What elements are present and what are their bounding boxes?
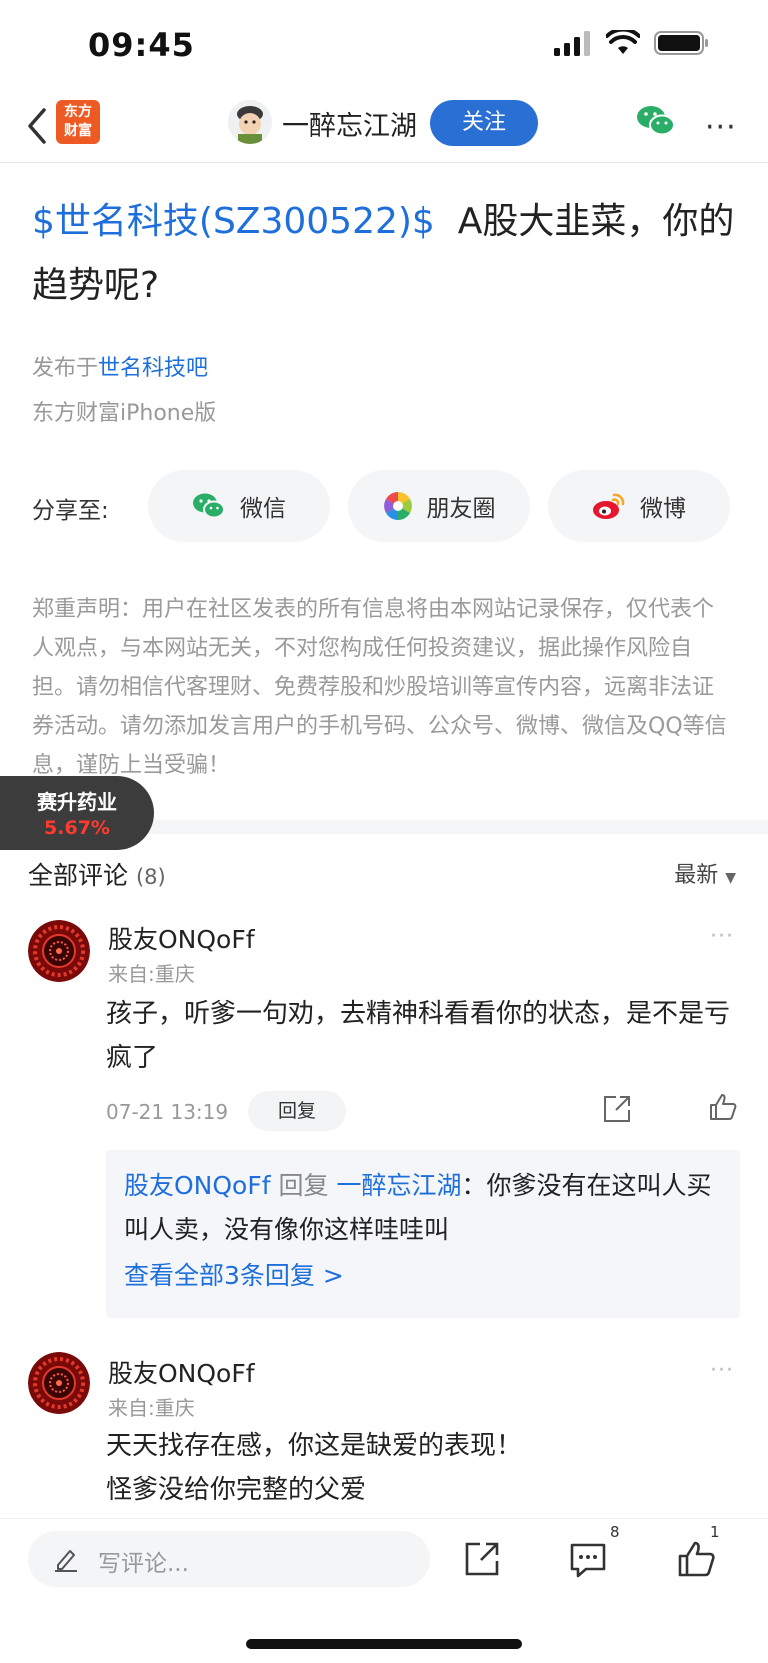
- follow-button[interactable]: 关注: [430, 100, 538, 146]
- wechat-share-icon[interactable]: [636, 104, 676, 138]
- client-info: 东方财富iPhone版: [32, 401, 217, 426]
- wifi-icon: [606, 30, 640, 54]
- comment-text-line: 怪爹没给你完整的父爱: [106, 1475, 367, 1505]
- share-weibo-button[interactable]: 微博: [548, 470, 730, 542]
- disclaimer: 郑重声明：用户在社区发表的所有信息将由本网站记录保存，仅代表个人观点，与本网站无…: [32, 597, 727, 778]
- signal-icon: [554, 31, 590, 56]
- like-count-badge: 1: [710, 1523, 720, 1541]
- back-icon[interactable]: [20, 104, 54, 148]
- sort-dropdown[interactable]: 最新 ▼: [674, 857, 736, 889]
- published-prefix: 发布于: [32, 356, 99, 381]
- comment-count-badge: 8: [610, 1523, 620, 1541]
- share-label: 分享至:: [32, 498, 109, 524]
- reply-verb: 回复: [278, 1171, 329, 1200]
- comment-location: 来自:重庆: [108, 1396, 195, 1420]
- share-weibo-label: 微博: [640, 496, 686, 522]
- comment-location: 来自:重庆: [108, 962, 195, 986]
- published-info: 发布于世名科技吧: [32, 350, 208, 382]
- caret-down-icon: ▼: [725, 870, 736, 886]
- comment-input[interactable]: 写评论...: [28, 1531, 430, 1587]
- reply-sep: ：: [461, 1171, 487, 1200]
- author-name[interactable]: 一醉忘江湖: [282, 104, 417, 143]
- more-icon[interactable]: ···: [705, 110, 737, 145]
- float-stock-change: 5.67%: [44, 817, 110, 839]
- status-icons: [554, 30, 710, 56]
- app-logo[interactable]: 东方 财富: [56, 100, 100, 144]
- comments-header: 全部评论 (8): [28, 856, 166, 892]
- weibo-icon: [593, 493, 625, 519]
- wechat-icon: [193, 493, 225, 519]
- comments-count: (8): [135, 865, 166, 889]
- comment-more-icon[interactable]: ···: [710, 924, 734, 949]
- comment-icon[interactable]: [568, 1541, 608, 1579]
- share-moments-button[interactable]: 朋友圈: [348, 470, 530, 542]
- status-time: 09:45: [88, 26, 195, 64]
- view-all-replies-link[interactable]: 查看全部3条回复 >: [124, 1256, 344, 1292]
- like-icon[interactable]: [676, 1539, 716, 1579]
- comment-input-placeholder: 写评论...: [98, 1551, 189, 1577]
- reply-to[interactable]: 一醉忘江湖: [336, 1171, 461, 1200]
- share-moments-label: 朋友圈: [426, 496, 496, 522]
- nav-bar: 东方 财富 一醉忘江湖 关注 ···: [0, 90, 768, 163]
- share-wechat-label: 微信: [240, 496, 286, 522]
- app-logo-line1: 东方: [64, 104, 92, 120]
- reply-preview-box[interactable]: 股友ONQoFf 回复 一醉忘江湖：你爹没有在这叫人买叫人卖，没有像你这样哇哇叫…: [106, 1150, 740, 1318]
- home-indicator: [246, 1639, 522, 1649]
- stock-link[interactable]: $世名科技(SZ300522)$: [32, 201, 435, 242]
- app-logo-line2: 财富: [64, 123, 92, 139]
- comment-username[interactable]: 股友ONQoFf: [108, 1354, 255, 1390]
- comment-time: 07-21 13:19: [106, 1100, 229, 1124]
- float-stock-name: 赛升药业: [37, 790, 117, 814]
- reply-button[interactable]: 回复: [248, 1091, 346, 1131]
- reply-from[interactable]: 股友ONQoFf: [124, 1171, 271, 1200]
- comment-text-line: 天天找存在感，你这是缺爱的表现！: [106, 1431, 523, 1461]
- post-title: $世名科技(SZ300522)$ A股大韭菜，你的趋势呢?: [32, 190, 742, 318]
- share-comment-icon[interactable]: [602, 1094, 632, 1124]
- reply-preview-text: 股友ONQoFf 回复 一醉忘江湖：你爹没有在这叫人买叫人卖，没有像你这样哇哇叫: [124, 1164, 724, 1252]
- comment-text: 孩子，听爹一句劝，去精神科看看你的状态，是不是亏疯了: [106, 999, 731, 1073]
- comments-label: 全部评论: [28, 861, 129, 890]
- comment-username[interactable]: 股友ONQoFf: [108, 920, 255, 956]
- floating-stock-badge[interactable]: 赛升药业 5.67%: [0, 776, 154, 850]
- sort-label: 最新: [674, 863, 719, 888]
- pencil-icon: [55, 1550, 77, 1572]
- comment-avatar[interactable]: [28, 1352, 90, 1414]
- battery-icon: [654, 31, 708, 55]
- like-icon[interactable]: [708, 1092, 738, 1122]
- moments-icon: [383, 492, 412, 520]
- bar-link[interactable]: 世名科技吧: [98, 356, 208, 381]
- share-wechat-button[interactable]: 微信: [148, 470, 330, 542]
- bottom-bar: 写评论... 8 1: [0, 1518, 768, 1663]
- share-icon[interactable]: [464, 1541, 500, 1577]
- comment-more-icon[interactable]: ···: [710, 1358, 734, 1383]
- comment-text: 天天找存在感，你这是缺爱的表现！ 怪爹没给你完整的父爱: [106, 1424, 742, 1512]
- comment-avatar[interactable]: [28, 920, 90, 982]
- author-avatar[interactable]: [228, 100, 272, 144]
